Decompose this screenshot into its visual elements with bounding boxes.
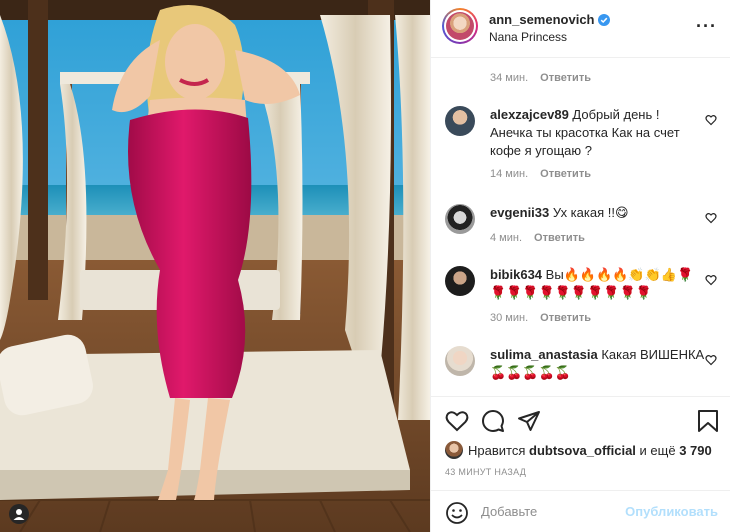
liker-avatar[interactable] xyxy=(445,441,463,459)
like-comment-heart-icon[interactable] xyxy=(705,354,717,366)
share-icon[interactable] xyxy=(517,409,541,433)
author-avatar[interactable] xyxy=(442,8,478,44)
likes-count[interactable]: 3 790 xyxy=(679,443,712,458)
post-actions: Нравится dubtsova_official и ещё 3 790 4… xyxy=(431,396,730,504)
like-comment-heart-icon[interactable] xyxy=(705,212,717,224)
reply-button[interactable]: Ответить xyxy=(540,168,591,180)
comment-text: Ух какая !!😋 xyxy=(552,205,629,220)
more-options-icon[interactable]: ··· xyxy=(696,16,717,37)
comment-time: 4 мин. xyxy=(490,232,523,244)
post-details-panel: ann_semenovich Nana Princess ··· 34 мин.… xyxy=(430,0,730,532)
comment-time: 30 мин. xyxy=(490,312,529,324)
comment-icon[interactable] xyxy=(481,409,505,433)
commenter-avatar[interactable] xyxy=(445,346,475,376)
likes-middle: и ещё xyxy=(639,443,676,458)
comment-item: bibik634 Вы🔥🔥🔥🔥👏👏👍🌹🌹🌹🌹🌹🌹🌹🌹🌹🌹🌹 30 мин. Отв… xyxy=(445,266,730,330)
like-comment-heart-icon[interactable] xyxy=(705,274,717,286)
commenter-avatar[interactable] xyxy=(445,204,475,234)
smile-icon[interactable] xyxy=(445,501,469,525)
post-time[interactable]: 43 МИНУТ НАЗАД xyxy=(445,467,526,477)
publish-button[interactable]: Опубликовать xyxy=(625,504,718,519)
comment-input[interactable]: Добавьте xyxy=(481,504,537,519)
post-location[interactable]: Nana Princess xyxy=(489,30,567,44)
post-image xyxy=(0,0,430,532)
reply-button[interactable]: Ответить xyxy=(540,312,591,324)
author-username[interactable]: ann_semenovich xyxy=(489,12,595,27)
verified-icon xyxy=(597,14,610,26)
user-tag-icon[interactable] xyxy=(9,504,29,524)
like-comment-heart-icon[interactable] xyxy=(705,114,717,126)
post-header: ann_semenovich Nana Princess ··· xyxy=(431,0,730,58)
heart-icon[interactable] xyxy=(445,409,469,433)
comment-item: evgenii33 Ух какая !!😋 4 мин. Ответить xyxy=(445,204,730,248)
comment-username[interactable]: alexzajcev89 xyxy=(490,107,569,122)
bookmark-icon[interactable] xyxy=(697,409,719,433)
comment-time: 14 мин. xyxy=(490,168,529,180)
comment-username[interactable]: evgenii33 xyxy=(490,205,549,220)
commenter-avatar[interactable] xyxy=(445,266,475,296)
comment-item: alexzajcev89 Добрый день ! Анечка ты кра… xyxy=(445,106,730,186)
comment-username[interactable]: sulima_anastasia xyxy=(490,347,598,362)
reply-button[interactable]: Ответить xyxy=(540,72,591,84)
likes-prefix: Нравится xyxy=(468,443,526,458)
comments-list[interactable]: 34 мин. Ответить alexzajcev89 Добрый день… xyxy=(431,58,730,396)
caption-time: 34 мин. xyxy=(490,72,529,84)
comment-item: sulima_anastasia Какая ВИШЕНКА🍒🍒🍒🍒🍒 xyxy=(445,346,730,394)
add-comment-bar: Добавьте Опубликовать xyxy=(431,490,730,532)
liker-username[interactable]: dubtsova_official xyxy=(529,443,636,458)
caption-meta: 34 мин. Ответить xyxy=(490,72,591,84)
commenter-avatar[interactable] xyxy=(445,106,475,136)
comment-username[interactable]: bibik634 xyxy=(490,267,542,282)
reply-button[interactable]: Ответить xyxy=(534,232,585,244)
post-photo[interactable] xyxy=(0,0,430,532)
likes-summary: Нравится dubtsova_official и ещё 3 790 xyxy=(445,441,712,459)
